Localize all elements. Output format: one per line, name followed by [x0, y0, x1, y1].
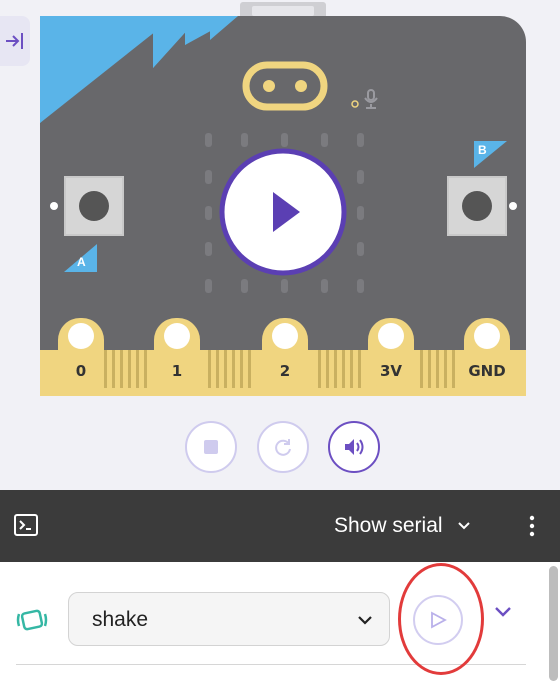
microbit-board [40, 2, 526, 396]
serial-bar: Show serial [0, 490, 560, 562]
event-select[interactable]: shake [68, 592, 390, 646]
more-vertical-icon[interactable] [524, 512, 540, 540]
highlight-annotation [398, 563, 484, 675]
play-button[interactable] [219, 148, 347, 276]
restart-icon [275, 439, 291, 456]
chevron-down-icon [358, 616, 372, 625]
expand-icon[interactable] [494, 606, 512, 618]
button-a-label: A [77, 255, 86, 269]
collapse-simulator-button[interactable] [0, 16, 30, 66]
pin-label-1: 1 [171, 362, 183, 380]
terminal-icon [14, 514, 38, 536]
speaker-icon [345, 439, 364, 455]
button-b-label: B [478, 143, 487, 157]
restart-button[interactable] [257, 421, 309, 473]
simulator-panel: 0 1 2 3V GND A B [0, 0, 560, 490]
collapse-panel-icon [6, 33, 23, 49]
scrollbar[interactable] [549, 566, 558, 681]
pin-label-0: 0 [75, 362, 87, 380]
stop-icon [204, 440, 218, 454]
event-select-value: shake [92, 608, 149, 631]
show-serial-toggle[interactable]: Show serial [334, 510, 471, 542]
shake-gesture-icon [16, 609, 48, 631]
pin-label-gnd: GND [468, 362, 506, 380]
show-serial-label: Show serial [334, 514, 443, 537]
pin-label-3v: 3V [379, 362, 403, 380]
stop-button[interactable] [185, 421, 237, 473]
pin-label-2: 2 [279, 362, 291, 380]
chevron-down-icon [457, 522, 470, 530]
mute-button[interactable] [328, 421, 380, 473]
